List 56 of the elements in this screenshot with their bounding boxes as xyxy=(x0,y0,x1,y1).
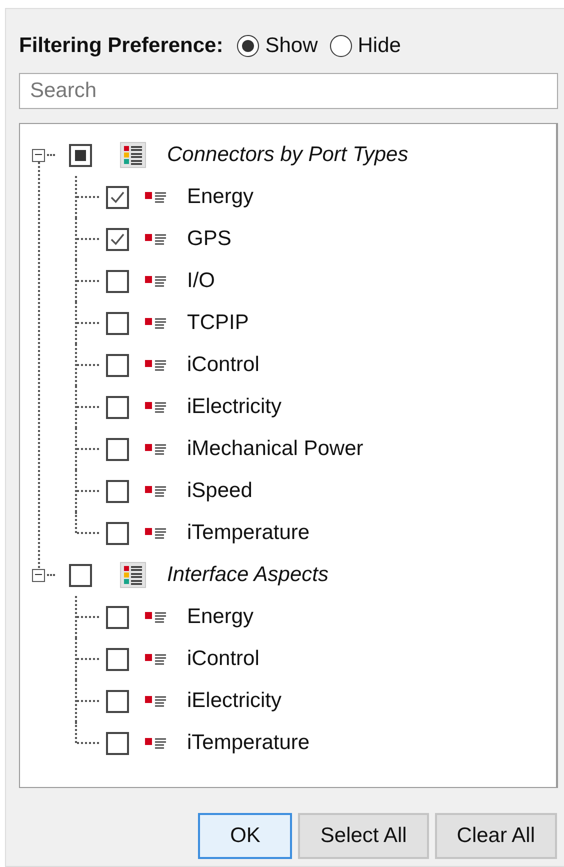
tree-item-label[interactable]: iMechanical Power xyxy=(187,437,364,461)
list-icon xyxy=(120,562,146,588)
tree-item-label[interactable]: iSpeed xyxy=(187,479,252,503)
port-icon xyxy=(145,443,167,455)
dialog-button[interactable]: Select All xyxy=(298,813,429,859)
radio-option[interactable]: Show xyxy=(237,34,318,58)
port-icon xyxy=(145,233,167,245)
checkbox[interactable] xyxy=(106,270,129,292)
checkbox[interactable] xyxy=(106,228,129,250)
dialog-button[interactable]: OK xyxy=(198,813,292,859)
checkbox[interactable] xyxy=(69,144,92,166)
dialog-button[interactable]: Clear All xyxy=(434,813,557,859)
tree-item-label[interactable]: TCPIP xyxy=(187,311,249,335)
checkbox[interactable] xyxy=(106,186,129,208)
list-icon xyxy=(120,142,146,168)
checkbox[interactable] xyxy=(106,522,129,544)
radio-icon[interactable] xyxy=(237,35,260,57)
checkbox[interactable] xyxy=(106,396,129,418)
checkbox[interactable] xyxy=(106,480,129,502)
tree-item-label[interactable]: I/O xyxy=(187,269,216,293)
tree-item-label[interactable]: iTemperature xyxy=(187,521,310,545)
checkbox[interactable] xyxy=(106,690,129,712)
checkbox[interactable] xyxy=(106,438,129,460)
group-label[interactable]: Interface Aspects xyxy=(167,563,328,587)
port-icon xyxy=(145,611,167,623)
tree-item-label[interactable]: iTemperature xyxy=(187,731,310,755)
filter-label: Filtering Preference: xyxy=(19,34,224,58)
checkbox[interactable] xyxy=(106,648,129,670)
radio-option[interactable]: Hide xyxy=(330,34,401,58)
port-icon xyxy=(145,527,167,539)
tree-item-label[interactable]: Energy xyxy=(187,185,254,209)
collapse-icon[interactable] xyxy=(32,568,45,582)
checkbox[interactable] xyxy=(106,354,129,376)
group-label[interactable]: Connectors by Port Types xyxy=(167,143,408,167)
port-icon xyxy=(145,737,167,749)
tree-item-label[interactable]: iControl xyxy=(187,353,260,377)
checkbox[interactable] xyxy=(69,564,92,586)
port-icon xyxy=(145,401,167,413)
tree-item-label[interactable]: iElectricity xyxy=(187,689,282,713)
radio-icon[interactable] xyxy=(330,35,352,57)
port-icon xyxy=(145,191,167,203)
collapse-icon[interactable] xyxy=(32,148,45,162)
checkbox[interactable] xyxy=(106,606,129,628)
tree-item-label[interactable]: iControl xyxy=(187,647,260,671)
checkbox[interactable] xyxy=(106,732,129,754)
tree-item-label[interactable]: Energy xyxy=(187,605,254,629)
port-icon xyxy=(145,653,167,665)
port-icon xyxy=(145,695,167,707)
port-icon xyxy=(145,485,167,497)
search-field[interactable]: Search xyxy=(19,73,558,109)
port-icon xyxy=(145,275,167,287)
port-icon xyxy=(145,317,167,329)
port-icon xyxy=(145,359,167,371)
tree-item-label[interactable]: iElectricity xyxy=(187,395,282,419)
checkbox[interactable] xyxy=(106,312,129,334)
tree-item-label[interactable]: GPS xyxy=(187,227,232,251)
